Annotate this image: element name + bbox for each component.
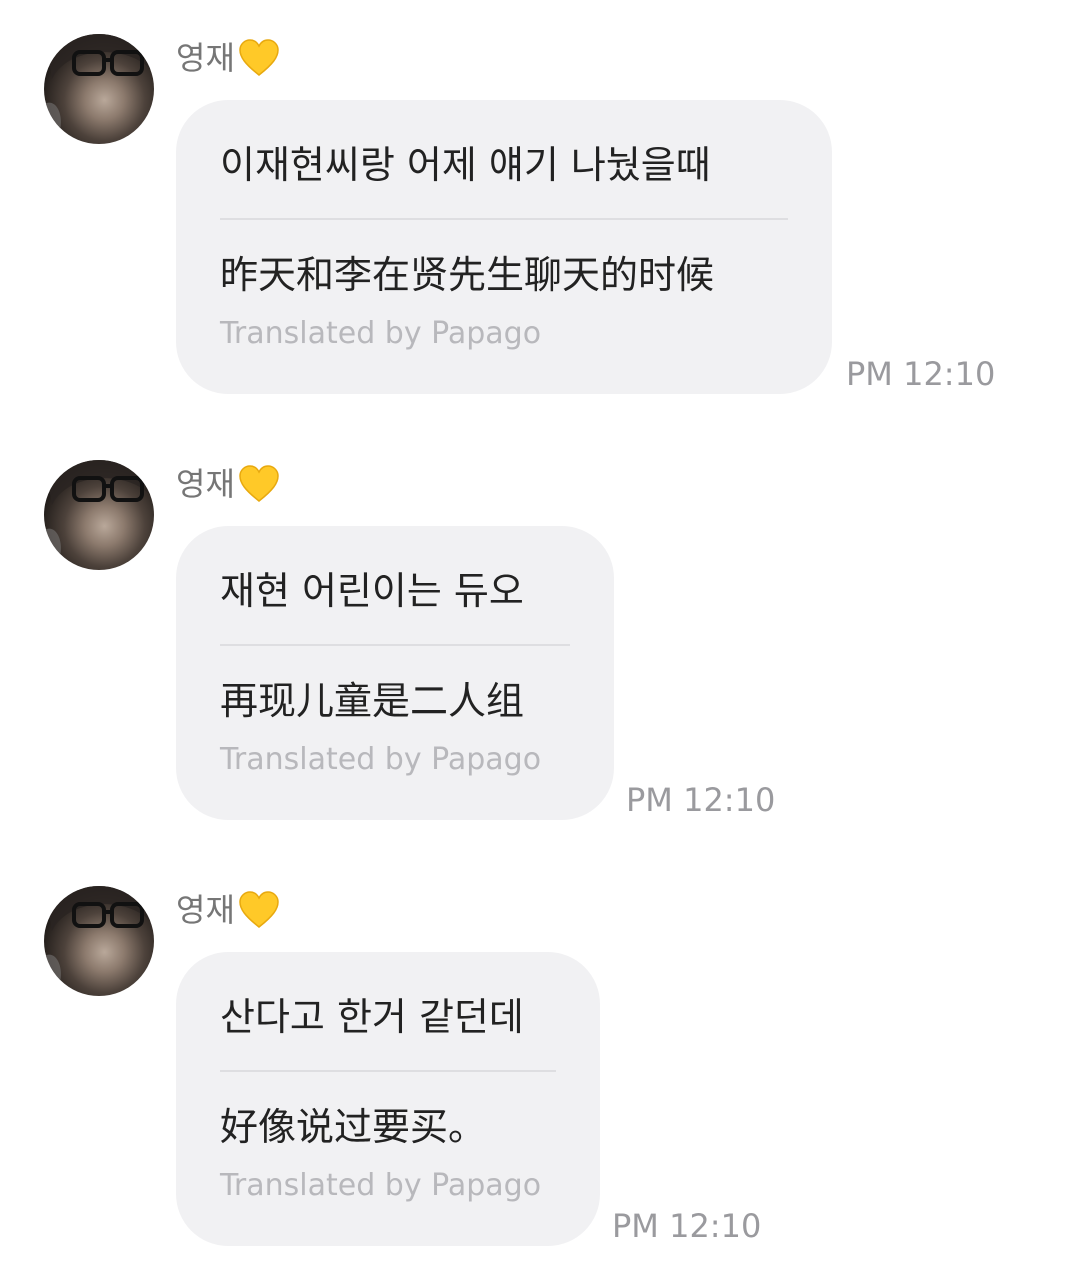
sender-name: 영재 xyxy=(176,465,235,503)
divider xyxy=(220,644,570,646)
sender-name: 영재 xyxy=(176,891,235,929)
avatar[interactable] xyxy=(44,34,154,144)
sender-row: 영재 xyxy=(176,888,281,932)
translation-credit: Translated by Papago xyxy=(220,1168,542,1203)
message-bubble[interactable]: 이재현씨랑 어제 얘기 나눴을때 昨天和李在贤先生聊天的时候 Translate… xyxy=(176,100,832,394)
message-time: PM 12:10 xyxy=(846,355,996,393)
message-time: PM 12:10 xyxy=(612,1207,762,1245)
translation-credit: Translated by Papago xyxy=(220,742,542,777)
translated-text: 好像说过要买。 xyxy=(220,1105,487,1149)
avatar[interactable] xyxy=(44,460,154,570)
divider xyxy=(220,218,788,220)
original-text: 재현 어린이는 듀오 xyxy=(220,569,524,613)
translated-text: 再现儿童是二人组 xyxy=(220,679,525,723)
yellow-heart-icon xyxy=(239,891,279,928)
sender-row: 영재 xyxy=(176,462,281,506)
avatar[interactable] xyxy=(44,886,154,996)
original-text: 이재현씨랑 어제 얘기 나눴을때 xyxy=(220,143,711,187)
chat-thread: 영재 이재현씨랑 어제 얘기 나눴을때 昨天和李在贤先生聊天的时候 Transl… xyxy=(0,0,1080,1268)
yellow-heart-icon xyxy=(239,39,279,76)
translation-credit: Translated by Papago xyxy=(220,316,542,351)
translated-text: 昨天和李在贤先生聊天的时候 xyxy=(220,253,715,297)
sender-name: 영재 xyxy=(176,39,235,77)
divider xyxy=(220,1070,556,1072)
message-bubble[interactable]: 산다고 한거 같던데 好像说过要买。 Translated by Papago xyxy=(176,952,600,1246)
message-bubble[interactable]: 재현 어린이는 듀오 再现儿童是二人组 Translated by Papago xyxy=(176,526,614,820)
sender-row: 영재 xyxy=(176,36,281,80)
yellow-heart-icon xyxy=(239,465,279,502)
message-time: PM 12:10 xyxy=(626,781,776,819)
original-text: 산다고 한거 같던데 xyxy=(220,995,524,1039)
